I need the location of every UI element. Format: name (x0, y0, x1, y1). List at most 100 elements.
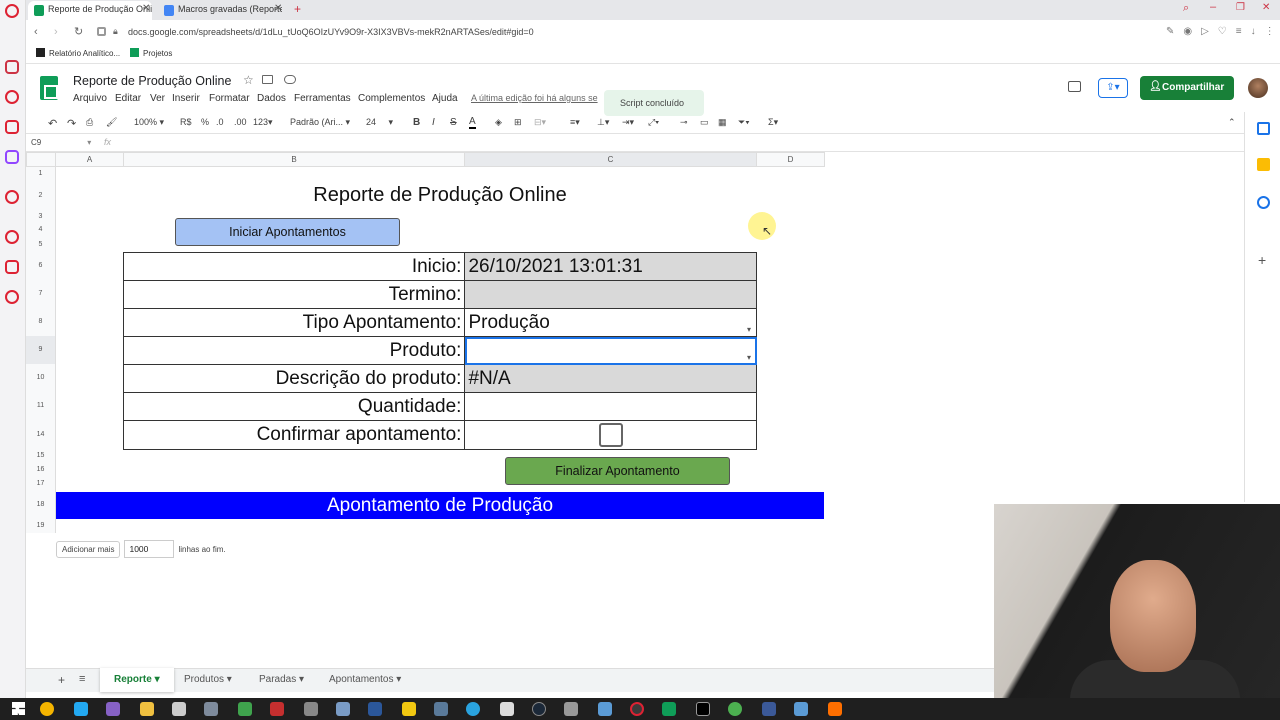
field-value-descricao[interactable]: #N/A (464, 364, 757, 393)
strikethrough-icon[interactable]: S (450, 117, 457, 128)
app-icon[interactable] (662, 702, 676, 716)
row-header[interactable]: 14 (26, 420, 56, 449)
increase-decimal-button[interactable]: .00 (234, 117, 247, 127)
comments-icon[interactable] (1068, 81, 1081, 92)
filezilla-icon[interactable] (270, 702, 284, 716)
bag-icon[interactable] (5, 120, 19, 134)
rows-count-input[interactable]: 1000 (124, 540, 175, 558)
app-icon[interactable] (172, 702, 186, 716)
row-header[interactable]: 18 (26, 491, 56, 519)
all-sheets-icon[interactable]: ≡ (79, 673, 85, 685)
opera-icon[interactable] (630, 702, 644, 716)
file-explorer-icon[interactable] (140, 702, 154, 716)
row-header[interactable]: 16 (26, 463, 56, 477)
menu-complementos[interactable]: Complementos (358, 93, 425, 104)
sheets-logo-icon[interactable] (40, 76, 58, 100)
menu-dados[interactable]: Dados (257, 93, 286, 104)
move-folder-icon[interactable] (262, 75, 273, 84)
twitch-icon[interactable] (5, 150, 19, 164)
column-header-a[interactable]: A (56, 152, 124, 167)
back-icon[interactable]: ‹ (34, 26, 38, 38)
merge-cells-icon[interactable]: ⊟▾ (534, 117, 546, 128)
row-header[interactable]: 9 (26, 336, 56, 364)
add-addon-icon[interactable]: + (1258, 252, 1266, 268)
undo-icon[interactable]: ↶ (48, 117, 57, 130)
tasks-icon[interactable] (1257, 196, 1270, 209)
align-horizontal-icon[interactable]: ≡▾ (570, 117, 580, 128)
row-header[interactable]: 8 (26, 308, 56, 336)
number-format-select[interactable]: 123▾ (253, 117, 273, 128)
app-icon[interactable] (238, 702, 252, 716)
keep-icon[interactable] (1257, 158, 1270, 171)
url-field[interactable]: docs.google.com/spreadsheets/d/1dLu_tUoQ… (128, 27, 534, 37)
app-icon[interactable] (762, 702, 776, 716)
app-icon[interactable] (304, 702, 318, 716)
text-wrap-icon[interactable]: ⇥▾ (622, 117, 634, 128)
search-icon[interactable]: ⌕ (1183, 2, 1189, 15)
vscode-icon[interactable] (74, 702, 88, 716)
cube-icon[interactable] (5, 260, 19, 274)
present-icon[interactable]: ⇪▾ (1098, 78, 1128, 98)
paint-format-icon[interactable]: 🖌︎ (106, 117, 117, 128)
sheet-tab-paradas[interactable]: Paradas ▾ (259, 674, 304, 685)
zoom-select[interactable]: 100% ▾ (134, 117, 164, 128)
menu-inserir[interactable]: Inserir (172, 93, 200, 104)
visual-studio-icon[interactable] (106, 702, 120, 716)
settings-icon[interactable] (5, 290, 19, 304)
chart-icon[interactable]: ▦ (718, 117, 727, 128)
close-tab-icon[interactable]: ✕ (274, 3, 282, 14)
chrome-icon[interactable] (728, 702, 742, 716)
percent-format-button[interactable]: % (201, 117, 209, 127)
start-button[interactable]: Iniciar Apontamentos (175, 218, 400, 246)
close-tab-icon[interactable]: ✕ (142, 3, 150, 14)
forward-icon[interactable]: › (54, 26, 58, 38)
menu-ajuda[interactable]: Ajuda (432, 93, 458, 104)
fill-color-icon[interactable]: ◈ (495, 117, 502, 128)
bookmark-relatorio[interactable]: Relatório Analítico... (36, 48, 120, 58)
new-tab-button[interactable]: + (294, 2, 301, 16)
app-icon[interactable] (564, 702, 578, 716)
font-size-select[interactable]: 24 ▾ (366, 117, 393, 128)
functions-icon[interactable]: Σ▾ (768, 117, 778, 128)
redo-icon[interactable]: ↷ (67, 117, 76, 130)
sheet-tab-reporte[interactable]: Reporte ▾ (100, 668, 174, 692)
calendar-icon[interactable] (1257, 122, 1270, 135)
menu-ver[interactable]: Ver (150, 93, 165, 104)
field-value-quantidade[interactable] (464, 392, 757, 421)
maximize-icon[interactable]: ❐ (1236, 2, 1245, 13)
sheet-tab-produtos[interactable]: Produtos ▾ (184, 674, 232, 685)
menu-arquivo[interactable]: Arquivo (73, 93, 107, 104)
italic-icon[interactable]: I (432, 117, 435, 128)
bookmark-projetos[interactable]: Projetos (130, 48, 172, 58)
opera-logo-icon[interactable] (5, 4, 19, 18)
app-icon[interactable] (598, 702, 612, 716)
decrease-decimal-button[interactable]: .0 (216, 117, 224, 127)
browser-tab-active[interactable]: Reporte de Produção Onlin (28, 1, 152, 20)
add-rows-button[interactable]: Adicionar mais (56, 541, 121, 558)
add-sheet-icon[interactable]: + (58, 673, 65, 687)
row-header[interactable]: 2 (26, 181, 56, 210)
comment-icon[interactable]: ▭ (700, 117, 709, 128)
field-value-tipo[interactable]: Produção ▾ (464, 308, 757, 337)
row-header[interactable]: 10 (26, 364, 56, 392)
app-icon[interactable] (368, 702, 382, 716)
row-header[interactable]: 19 (26, 519, 56, 533)
browser-tab[interactable]: Macros gravadas (Reporte (158, 1, 282, 20)
row-header[interactable]: 6 (26, 252, 56, 280)
link-icon[interactable]: ⊸ (680, 117, 688, 128)
player-icon[interactable] (5, 190, 19, 204)
field-value-termino[interactable] (464, 280, 757, 309)
sheet-tab-apontamentos[interactable]: Apontamentos ▾ (329, 674, 401, 685)
history-icon[interactable] (5, 90, 19, 104)
telegram-icon[interactable] (466, 702, 480, 716)
power-bi-icon[interactable] (402, 702, 416, 716)
dropdown-caret-icon[interactable]: ▾ (747, 353, 751, 362)
close-window-icon[interactable]: ✕ (1262, 2, 1270, 13)
column-header-d[interactable]: D (757, 152, 825, 167)
row-header[interactable]: 1 (26, 167, 56, 181)
row-header[interactable]: 5 (26, 237, 56, 252)
dropdown-caret-icon[interactable]: ▾ (747, 325, 751, 334)
address-actions[interactable]: ✎◉▷♡≡↓⋮ (1166, 26, 1280, 37)
clock-icon[interactable] (5, 230, 19, 244)
reload-icon[interactable]: ↻ (74, 25, 83, 38)
